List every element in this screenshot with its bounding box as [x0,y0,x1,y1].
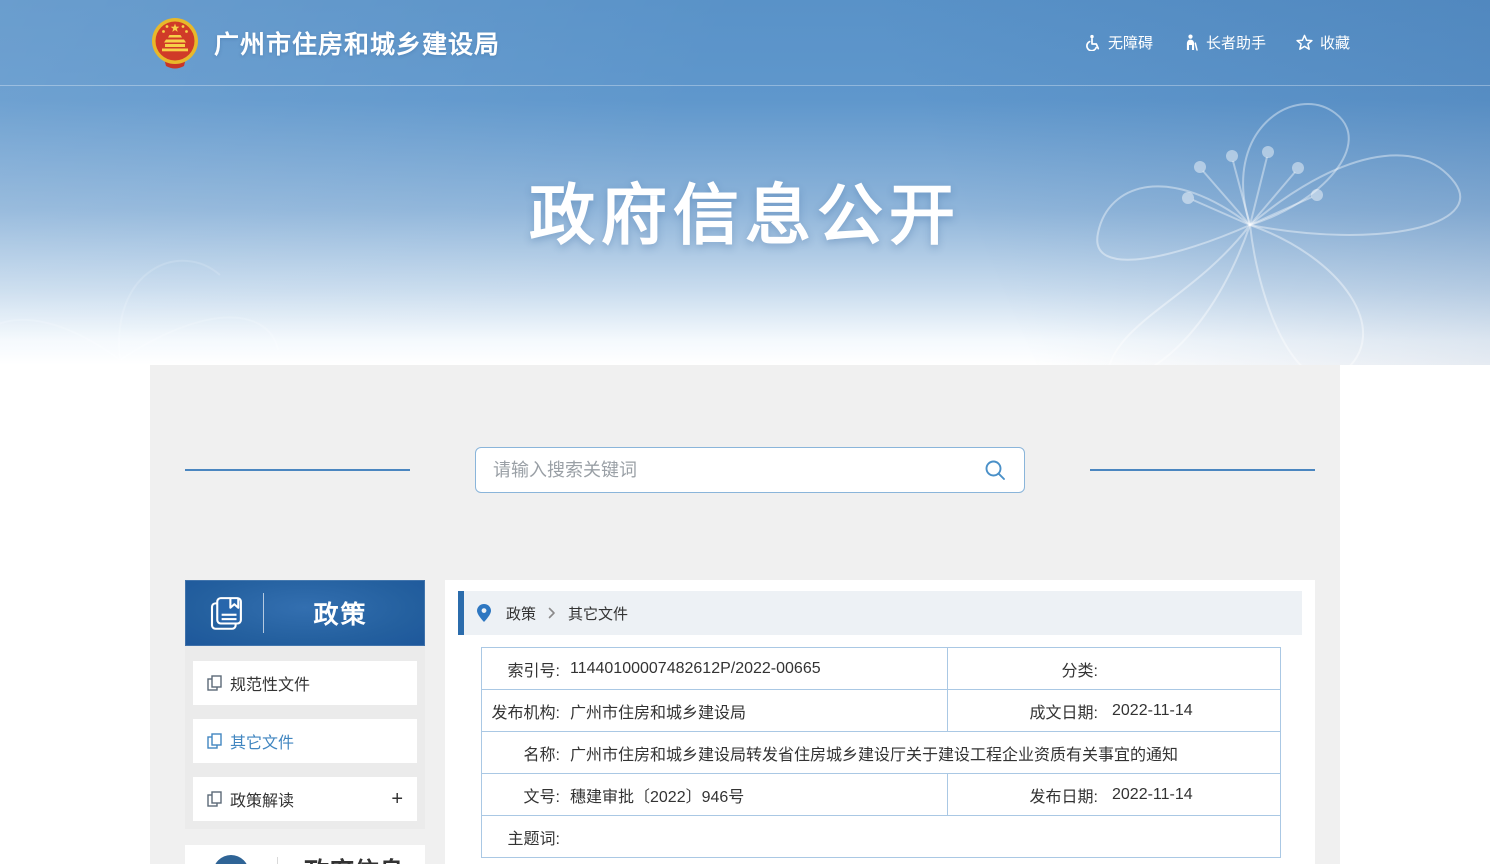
field-label: 分类: [948,657,1098,681]
sidebar: 政策 规范性文件 [185,580,425,864]
field-value: 2022-11-14 [1112,786,1193,804]
chevron-right-icon [548,607,556,619]
table-row: 文号: 穗建审批〔2022〕946号 发布日期: 2022-11-14 [482,774,1280,816]
decorative-line-left [185,469,410,471]
book-icon [205,592,247,634]
sidebar-item-policy-interpretation[interactable]: 政策解读 + [193,777,417,821]
table-row: 主题词: [482,816,1280,858]
field-value: 广州市住房和城乡建设局转发省住房城乡建设厅关于建设工程企业资质有关事宜的通知 [570,741,1178,765]
table-cell: 文号: 穗建审批〔2022〕946号 [482,774,948,815]
table-row: 索引号: 11440100007482612P/2022-00665 分类: [482,648,1280,690]
field-label: 文号: [482,783,560,807]
field-value: 2022-11-14 [1112,702,1193,720]
breadcrumb-item-policy[interactable]: 政策 [506,603,536,624]
table-cell: 发布机构: 广州市住房和城乡建设局 [482,690,948,731]
sidebar-item-label: 规范性文件 [230,671,310,695]
header-bar: 广州市住房和城乡建设局 无障碍 长者助手 [0,0,1490,86]
search-icon [984,459,1006,481]
table-cell: 发布日期: 2022-11-14 [948,774,1280,815]
field-label: 成文日期: [948,699,1098,723]
field-label: 发布机构: [482,699,560,723]
elder-assistant-link[interactable]: 长者助手 [1183,32,1266,53]
location-pin-icon [477,604,491,622]
table-cell: 分类: [948,648,1280,689]
field-label: 发布日期: [948,783,1098,807]
table-cell: 主题词: [482,816,1280,857]
sidebar-section-policy[interactable]: 政策 [185,580,425,646]
elder-person-icon [1183,34,1199,51]
site-title: 广州市住房和城乡建设局 [214,25,500,61]
field-value: 11440100007482612P/2022-00665 [570,660,821,678]
document-icon [207,733,222,749]
field-value: 穗建审批〔2022〕946号 [570,783,744,807]
content-container: 政策 规范性文件 [150,365,1340,864]
sidebar-item-label: 政策解读 [230,787,294,811]
sidebar-section-title: 政府信息公开 [304,855,416,864]
sidebar-section-title: 政策 [264,595,425,631]
breadcrumb-item-other-docs[interactable]: 其它文件 [568,603,628,624]
sidebar-item-normative-docs[interactable]: 规范性文件 [193,661,417,705]
star-icon [1296,34,1313,51]
field-value: 广州市住房和城乡建设局 [570,699,746,723]
header-links: 无障碍 长者助手 收藏 [1084,32,1350,53]
breadcrumb: 政策 其它文件 [458,591,1302,635]
elder-assistant-label: 长者助手 [1206,32,1266,53]
search-box [475,447,1025,493]
expand-plus-icon[interactable]: + [391,789,403,809]
sidebar-section-gov-info[interactable]: 政府信息公开 [185,845,425,864]
table-row: 名称: 广州市住房和城乡建设局转发省住房城乡建设厅关于建设工程企业资质有关事宜的… [482,732,1280,774]
field-label: 主题词: [482,825,560,849]
accessibility-link[interactable]: 无障碍 [1084,32,1153,53]
national-emblem-logo [148,15,202,71]
page: 广州市住房和城乡建设局 无障碍 长者助手 [0,0,1490,864]
favorite-label: 收藏 [1320,32,1350,53]
sidebar-item-label: 其它文件 [230,729,294,753]
search-input[interactable] [493,460,982,481]
table-cell: 名称: 广州市住房和城乡建设局转发省住房城乡建设厅关于建设工程企业资质有关事宜的… [482,732,1280,773]
search-button[interactable] [982,457,1008,483]
decorative-line-right [1090,469,1315,471]
divider [277,857,278,864]
table-row: 发布机构: 广州市住房和城乡建设局 成文日期: 2022-11-14 [482,690,1280,732]
wheelchair-icon [1084,34,1101,51]
document-detail-table: 索引号: 11440100007482612P/2022-00665 分类: 发… [481,647,1281,858]
site-brand[interactable]: 广州市住房和城乡建设局 [148,15,500,71]
table-cell: 成文日期: 2022-11-14 [948,690,1280,731]
gov-info-icon [213,855,249,864]
field-label: 名称: [482,741,560,765]
favorite-link[interactable]: 收藏 [1296,32,1350,53]
accessibility-label: 无障碍 [1108,32,1153,53]
sidebar-item-other-docs[interactable]: 其它文件 [193,719,417,763]
sidebar-items: 规范性文件 其它文件 [185,646,425,829]
table-cell: 索引号: 11440100007482612P/2022-00665 [482,648,948,689]
document-icon [207,675,222,691]
document-icon [207,791,222,807]
page-title: 政府信息公开 [0,162,1490,258]
document-detail-card: 政策 其它文件 索引号: 11440100007482612P/2022-006… [445,580,1315,864]
field-label: 索引号: [482,657,560,681]
